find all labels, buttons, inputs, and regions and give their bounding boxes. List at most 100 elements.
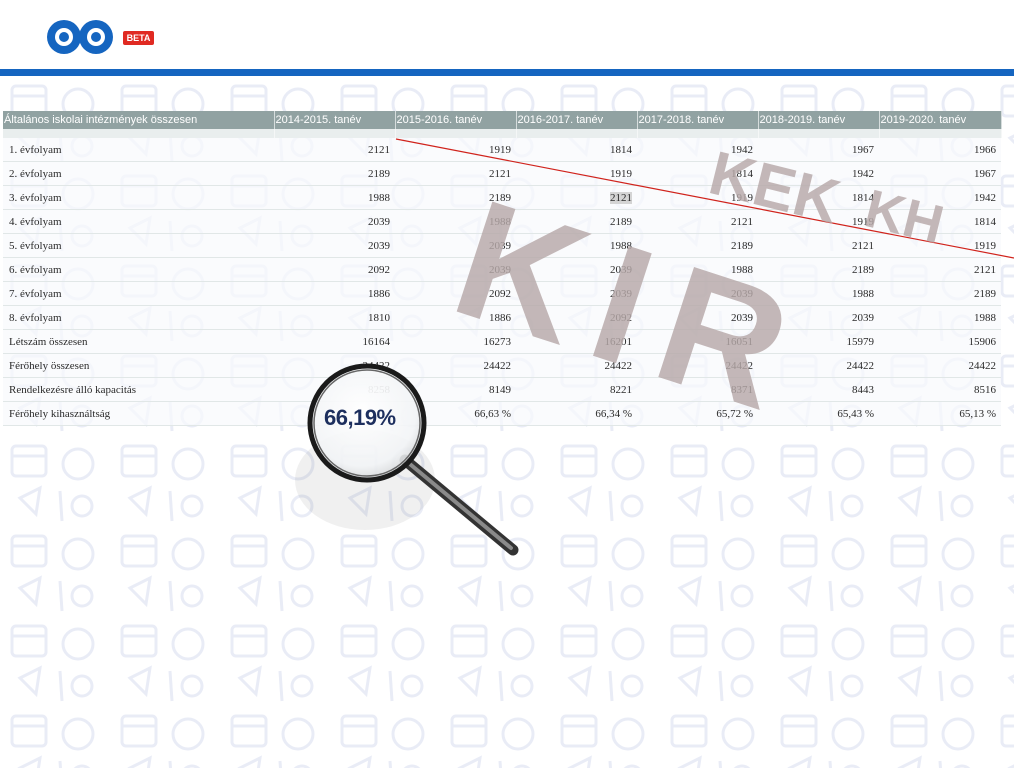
magnifier-icon — [295, 363, 519, 556]
table-cell: 2121 — [879, 257, 1001, 282]
table-cell: 2039 — [516, 281, 637, 306]
table-cell: 1967 — [758, 138, 879, 162]
row-label: Férőhely kihasználtság — [3, 401, 274, 426]
table-cell: 1810 — [274, 305, 395, 330]
table-cell: 2039 — [274, 233, 395, 258]
column-header[interactable]: 2014-2015. tanév — [274, 111, 396, 129]
table-cell: 2189 — [395, 185, 516, 210]
table-cell: 1814 — [758, 185, 879, 210]
table-cell: 1942 — [637, 138, 758, 162]
table-row: Létszám összesen 16164 16273 16201 16051 1597… — [3, 329, 1001, 354]
table-cell: 1988 — [637, 257, 758, 282]
table-cell: 2121 — [758, 233, 879, 258]
table-cell: 2092 — [516, 305, 637, 330]
table-header-spacer — [3, 129, 1002, 138]
column-header[interactable]: 2018-2019. tanév — [758, 111, 880, 129]
table-cell: 1919 — [879, 233, 1001, 258]
column-header[interactable]: 2019-2020. tanév — [879, 111, 1002, 129]
magnified-value: 66,19% — [324, 405, 396, 430]
table-cell: 2039 — [516, 257, 637, 282]
table-cell: 2189 — [758, 257, 879, 282]
table-cell: 16051 — [637, 329, 758, 354]
table-cell: 24422 — [637, 353, 758, 378]
beta-badge: BETA — [123, 31, 154, 45]
table-cell: 2189 — [274, 161, 395, 186]
table-cell: 1919 — [395, 138, 516, 162]
table-cell: 16164 — [274, 329, 395, 354]
table-cell: 1988 — [274, 185, 395, 210]
table-cell: 65,13 % — [879, 401, 1001, 426]
table-cell: 1988 — [395, 209, 516, 234]
table-cell: 15979 — [758, 329, 879, 354]
table-cell: 16201 — [516, 329, 637, 354]
table-cell: 1919 — [758, 209, 879, 234]
table-cell: 1988 — [879, 305, 1001, 330]
row-label: 7. évfolyam — [3, 281, 274, 306]
table-row: 1. évfolyam 2121 1919 1814 1942 1967 1966 — [3, 138, 1001, 162]
row-label: Férőhely összesen — [3, 353, 274, 378]
table-row: 5. évfolyam 2039 2039 1988 2189 2121 1919 — [3, 233, 1001, 258]
table-cell: 8516 — [879, 377, 1001, 402]
table-cell: 2039 — [395, 233, 516, 258]
table-cell: 65,43 % — [758, 401, 879, 426]
table-row: 6. évfolyam 2092 2039 2039 1988 2189 2121 — [3, 257, 1001, 282]
column-header[interactable]: 2016-2017. tanév — [516, 111, 638, 129]
table-cell: 1988 — [758, 281, 879, 306]
table-cell: 2092 — [274, 257, 395, 282]
row-label: 3. évfolyam — [3, 185, 274, 210]
table-row: 3. évfolyam 1988 2189 2121 1919 1814 1942 — [3, 185, 1001, 210]
table-cell: 2039 — [395, 257, 516, 282]
row-label: 4. évfolyam — [3, 209, 274, 234]
header-divider — [0, 69, 1014, 76]
table-cell: 2121 — [516, 185, 637, 210]
table-cell: 8371 — [637, 377, 758, 402]
highlighted-cell-value: 2121 — [610, 191, 632, 204]
table-cell: 1919 — [637, 185, 758, 210]
table-cell: 24422 — [758, 353, 879, 378]
table-cell: 1814 — [516, 138, 637, 162]
table-cell: 65,72 % — [637, 401, 758, 426]
logo-icon[interactable] — [44, 16, 116, 58]
table-cell: 2121 — [637, 209, 758, 234]
row-label: 8. évfolyam — [3, 305, 274, 330]
table-cell: 1942 — [879, 185, 1001, 210]
table-cell: 1886 — [274, 281, 395, 306]
table-cell: 2039 — [758, 305, 879, 330]
table-cell: 1814 — [637, 161, 758, 186]
table-cell: 2121 — [274, 138, 395, 162]
table-cell: 15906 — [879, 329, 1001, 354]
table-cell: 1967 — [879, 161, 1001, 186]
row-label: 1. évfolyam — [3, 138, 274, 162]
table-cell: 1814 — [879, 209, 1001, 234]
table-cell: 2189 — [516, 209, 637, 234]
table-row: 8. évfolyam 1810 1886 2092 2039 2039 1988 — [3, 305, 1001, 330]
table-cell: 1886 — [395, 305, 516, 330]
table-row: 7. évfolyam 1886 2092 2039 2039 1988 2189 — [3, 281, 1001, 306]
table-cell: 1942 — [758, 161, 879, 186]
table-cell: 2121 — [395, 161, 516, 186]
table-row: 4. évfolyam 2039 1988 2189 2121 1919 1814 — [3, 209, 1001, 234]
table-cell: 1988 — [516, 233, 637, 258]
row-label: 5. évfolyam — [3, 233, 274, 258]
table-cell: 1966 — [879, 138, 1001, 162]
table-cell: 2092 — [395, 281, 516, 306]
table-cell: 2189 — [879, 281, 1001, 306]
row-label: 2. évfolyam — [3, 161, 274, 186]
row-label: 6. évfolyam — [3, 257, 274, 282]
table-cell: 16273 — [395, 329, 516, 354]
table-cell: 2189 — [637, 233, 758, 258]
table-row: 2. évfolyam 2189 2121 1919 1814 1942 1967 — [3, 161, 1001, 186]
header: BETA — [0, 0, 1014, 70]
table-header-row: Általános iskolai intézmények összesen 2… — [3, 111, 1002, 129]
column-header[interactable]: 2017-2018. tanév — [637, 111, 759, 129]
table-cell: 24422 — [879, 353, 1001, 378]
row-label: Rendelkezésre álló kapacitás — [3, 377, 274, 402]
table-cell: 2039 — [274, 209, 395, 234]
column-header[interactable]: Általános iskolai intézmények összesen — [3, 111, 275, 129]
row-label: Létszám összesen — [3, 329, 274, 354]
column-header[interactable]: 2015-2016. tanév — [395, 111, 517, 129]
table-cell: 8443 — [758, 377, 879, 402]
table-cell: 2039 — [637, 305, 758, 330]
table-cell: 1919 — [516, 161, 637, 186]
table-cell: 2039 — [637, 281, 758, 306]
